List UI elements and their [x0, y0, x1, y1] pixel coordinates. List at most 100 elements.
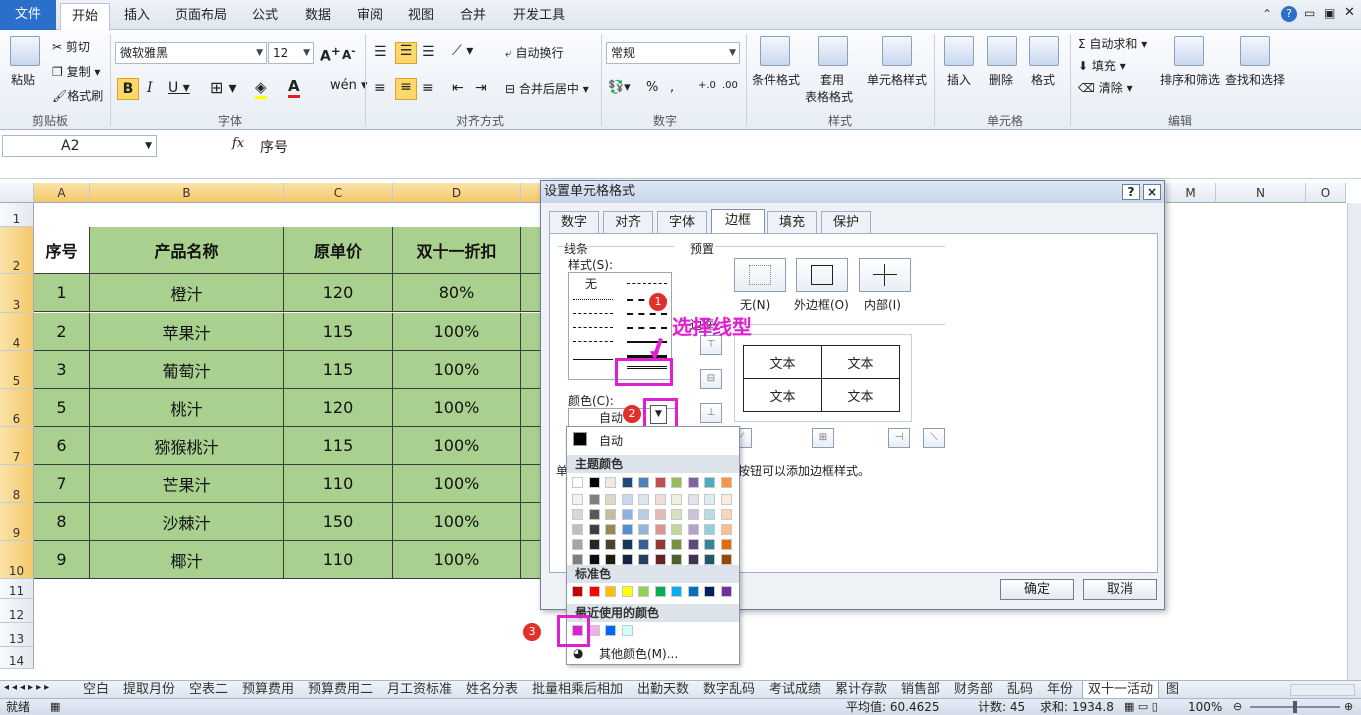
- row-header[interactable]: 8: [0, 465, 34, 503]
- table-cell[interactable]: 2: [34, 313, 90, 351]
- theme-shade-swatch[interactable]: [720, 509, 732, 520]
- recent-color-swatch[interactable]: [588, 625, 600, 636]
- theme-shade-swatch[interactable]: [704, 494, 715, 505]
- sheet-tab[interactable]: 考试成绩: [764, 681, 826, 699]
- theme-shade-swatch[interactable]: [588, 494, 600, 505]
- border-middle-button[interactable]: ⊟: [700, 369, 722, 389]
- tab-alignment[interactable]: 对齐: [603, 211, 653, 233]
- border-right-button[interactable]: ⊣: [888, 428, 910, 448]
- table-cell[interactable]: 8: [34, 503, 90, 541]
- sort-filter-button[interactable]: 排序和筛选: [1160, 71, 1220, 88]
- shrink-font-button[interactable]: A-: [342, 46, 355, 62]
- theme-shade-swatch[interactable]: [621, 554, 633, 565]
- merge-center-button[interactable]: ⊟ 合并后居中 ▾: [505, 80, 589, 97]
- align-top-button[interactable]: ☰: [374, 44, 387, 60]
- theme-shade-swatch[interactable]: [687, 494, 699, 505]
- table-cell[interactable]: 100%: [393, 389, 521, 427]
- ribbon-collapse-icon[interactable]: ⌃: [1262, 7, 1272, 21]
- cell-style-icon[interactable]: [882, 36, 912, 66]
- tab-developer[interactable]: 开发工具: [506, 3, 572, 29]
- table-format-icon[interactable]: [818, 36, 848, 66]
- line-style-option[interactable]: [627, 313, 667, 315]
- tab-data[interactable]: 数据: [295, 3, 341, 29]
- standard-color-swatch[interactable]: [671, 586, 682, 597]
- table-cell[interactable]: [521, 541, 541, 579]
- sheet-tab[interactable]: 空表二: [184, 681, 233, 699]
- sheet-tab[interactable]: 双十一活动: [1082, 681, 1160, 699]
- theme-shade-swatch[interactable]: [638, 494, 649, 505]
- theme-color-swatch[interactable]: [671, 477, 682, 488]
- clear-button[interactable]: ⌫ 清除 ▾: [1078, 79, 1133, 96]
- theme-shade-swatch[interactable]: [588, 509, 600, 520]
- fill-button[interactable]: ⬇ 填充 ▾: [1078, 57, 1126, 74]
- theme-shade-swatch[interactable]: [572, 524, 583, 535]
- theme-shade-swatch[interactable]: [572, 554, 583, 565]
- horizontal-scrollbar[interactable]: [1290, 684, 1355, 696]
- table-cell[interactable]: 115: [284, 351, 393, 389]
- more-colors-option[interactable]: 其他颜色(M)...: [599, 645, 678, 662]
- column-header[interactable]: O: [1306, 183, 1346, 203]
- theme-shade-swatch[interactable]: [671, 524, 682, 535]
- font-size-select[interactable]: 12 ▼: [268, 42, 314, 64]
- table-cell[interactable]: 100%: [393, 351, 521, 389]
- theme-shade-swatch[interactable]: [720, 524, 732, 535]
- table-cell[interactable]: 椰汁: [90, 541, 284, 579]
- sheet-tab[interactable]: 提取月份: [118, 681, 180, 699]
- view-buttons-icon[interactable]: ▦ ▭ ▯: [1124, 699, 1158, 715]
- insert-cells-button[interactable]: 插入: [947, 71, 971, 88]
- sheet-tab[interactable]: 年份: [1042, 681, 1078, 699]
- align-center-button[interactable]: ≡: [395, 78, 417, 100]
- sort-filter-icon[interactable]: [1174, 36, 1204, 66]
- table-cell[interactable]: 橙汁: [90, 274, 284, 312]
- theme-shade-swatch[interactable]: [704, 554, 715, 565]
- table-cell[interactable]: 100%: [393, 465, 521, 503]
- table-cell[interactable]: 6: [34, 427, 90, 465]
- table-cell[interactable]: 9: [34, 541, 90, 579]
- align-middle-button[interactable]: ☰: [395, 42, 417, 64]
- theme-shade-swatch[interactable]: [588, 524, 600, 535]
- format-cells-button[interactable]: 格式: [1031, 71, 1055, 88]
- find-select-button[interactable]: 查找和选择: [1225, 71, 1285, 88]
- font-name-select[interactable]: 微软雅黑 ▼: [115, 42, 267, 64]
- row-header[interactable]: 6: [0, 389, 34, 427]
- tab-border[interactable]: 边框: [711, 209, 765, 233]
- tab-fill[interactable]: 填充: [767, 211, 817, 233]
- currency-button[interactable]: 💱▾: [608, 80, 631, 95]
- theme-shade-swatch[interactable]: [704, 539, 715, 550]
- paste-icon[interactable]: [10, 36, 40, 66]
- row-header[interactable]: 7: [0, 427, 34, 465]
- standard-color-swatch[interactable]: [638, 586, 649, 597]
- line-style-option[interactable]: [627, 327, 667, 329]
- table-cell[interactable]: 120: [284, 274, 393, 312]
- table-cell[interactable]: 100%: [393, 313, 521, 351]
- theme-shade-swatch[interactable]: [687, 524, 699, 535]
- sheet-tab[interactable]: 出勤天数: [632, 681, 694, 699]
- table-cell[interactable]: 100%: [393, 427, 521, 465]
- formula-content[interactable]: 序号: [260, 137, 288, 157]
- delete-cells-button[interactable]: 删除: [989, 71, 1013, 88]
- standard-color-swatch[interactable]: [704, 586, 715, 597]
- sheet-tab[interactable]: 乱码: [1002, 681, 1038, 699]
- row-header[interactable]: 3: [0, 274, 34, 313]
- theme-shade-swatch[interactable]: [654, 524, 666, 535]
- percent-button[interactable]: %: [646, 80, 658, 95]
- decrease-indent-button[interactable]: ⇤: [452, 80, 464, 96]
- theme-shade-swatch[interactable]: [621, 509, 633, 520]
- border-button[interactable]: ⊞ ▾: [210, 78, 237, 97]
- theme-shade-swatch[interactable]: [605, 494, 616, 505]
- dialog-close-button[interactable]: ×: [1143, 184, 1161, 200]
- format-cells-icon[interactable]: [1029, 36, 1059, 66]
- theme-shade-swatch[interactable]: [671, 494, 682, 505]
- theme-shade-swatch[interactable]: [704, 524, 715, 535]
- column-header[interactable]: N: [1216, 183, 1306, 203]
- recent-color-swatch[interactable]: [621, 625, 633, 636]
- align-left-button[interactable]: ≡: [374, 80, 386, 96]
- theme-shade-swatch[interactable]: [605, 539, 616, 550]
- conditional-format-button[interactable]: 条件格式: [752, 71, 800, 88]
- table-cell[interactable]: 150: [284, 503, 393, 541]
- sheet-tab[interactable]: 预算费用: [237, 681, 299, 699]
- theme-color-swatch[interactable]: [720, 477, 732, 488]
- table-cell[interactable]: [521, 274, 541, 312]
- theme-color-swatch[interactable]: [605, 477, 616, 488]
- fill-color-button[interactable]: ◈: [255, 78, 267, 99]
